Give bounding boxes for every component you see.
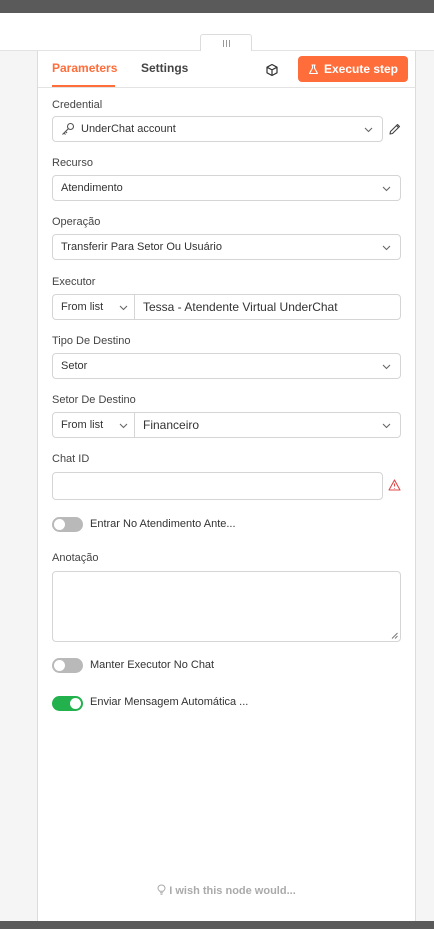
manter-executor-label: Manter Executor No Chat — [90, 659, 215, 671]
tab-settings[interactable]: Settings — [141, 61, 188, 75]
setor-destino-mode-select[interactable]: From list — [53, 413, 135, 437]
chevron-down-icon — [382, 364, 391, 370]
pencil-icon[interactable] — [388, 122, 402, 136]
executor-resource-locator: From list Tessa - Atendente Virtual Unde… — [52, 294, 401, 320]
recurso-label: Recurso — [52, 157, 93, 169]
executor-value-select[interactable]: Tessa - Atendente Virtual UnderChat — [135, 295, 400, 319]
executor-mode-value: From list — [61, 301, 104, 313]
manter-executor-toggle[interactable] — [52, 658, 83, 673]
operacao-label: Operação — [52, 216, 101, 228]
chevron-down-icon — [119, 305, 128, 311]
lightbulb-icon — [157, 884, 166, 895]
chat-id-label: Chat ID — [52, 453, 90, 465]
executor-label: Executor — [52, 276, 96, 288]
enviar-mensagem-toggle[interactable] — [52, 696, 83, 711]
setor-destino-value-select[interactable]: Financeiro — [135, 413, 400, 437]
active-tab-indicator — [52, 85, 115, 87]
credential-value: UnderChat account — [81, 123, 176, 135]
credential-select[interactable]: UnderChat account — [52, 116, 383, 142]
chevron-down-icon — [364, 127, 373, 133]
warning-icon — [388, 479, 401, 491]
operacao-value: Transferir Para Setor Ou Usuário — [61, 241, 222, 253]
setor-destino-value: Financeiro — [143, 418, 200, 432]
chevron-down-icon — [119, 423, 128, 429]
chevron-down-icon — [382, 245, 391, 251]
chevron-down-icon — [382, 186, 391, 192]
flask-icon — [308, 63, 319, 74]
bottom-bar — [0, 921, 434, 929]
enviar-mensagem-label: Enviar Mensagem Automática ... — [90, 696, 249, 708]
operacao-select[interactable]: Transferir Para Setor Ou Usuário — [52, 234, 401, 260]
setor-destino-resource-locator: From list Financeiro — [52, 412, 401, 438]
entrar-atendimento-toggle[interactable] — [52, 517, 83, 532]
credential-label: Credential — [52, 99, 103, 111]
execute-step-label: Execute step — [323, 62, 399, 76]
recurso-value: Atendimento — [61, 182, 123, 194]
tipo-destino-value: Setor — [61, 360, 88, 372]
tipo-destino-label: Tipo De Destino — [52, 335, 131, 347]
executor-value: Tessa - Atendente Virtual UnderChat — [143, 300, 338, 314]
tipo-destino-select[interactable]: Setor — [52, 353, 401, 379]
anotacao-label: Anotação — [52, 552, 99, 564]
panel-drag-handle[interactable] — [200, 34, 252, 52]
top-bar — [0, 0, 434, 13]
key-icon — [62, 122, 75, 135]
node-parameters-panel: Parameters Settings Execute step Credent… — [37, 51, 416, 921]
setor-destino-label: Setor De Destino — [52, 394, 136, 406]
executor-mode-select[interactable]: From list — [53, 295, 135, 319]
anotacao-textarea[interactable] — [52, 571, 401, 642]
recurso-select[interactable]: Atendimento — [52, 175, 401, 201]
chevron-down-icon — [382, 423, 391, 429]
chat-id-input[interactable] — [52, 472, 383, 500]
entrar-atendimento-label: Entrar No Atendimento Ante... — [90, 518, 236, 530]
tab-parameters[interactable]: Parameters — [52, 61, 117, 75]
panel-tabs: Parameters Settings Execute step — [38, 51, 415, 88]
cube-icon[interactable] — [265, 63, 279, 77]
feedback-link[interactable]: I wish this node would... — [38, 884, 415, 897]
setor-destino-mode-value: From list — [61, 419, 104, 431]
feedback-text: I wish this node would... — [169, 885, 296, 897]
resize-handle-icon[interactable] — [391, 632, 398, 639]
execute-step-button[interactable]: Execute step — [298, 56, 408, 82]
